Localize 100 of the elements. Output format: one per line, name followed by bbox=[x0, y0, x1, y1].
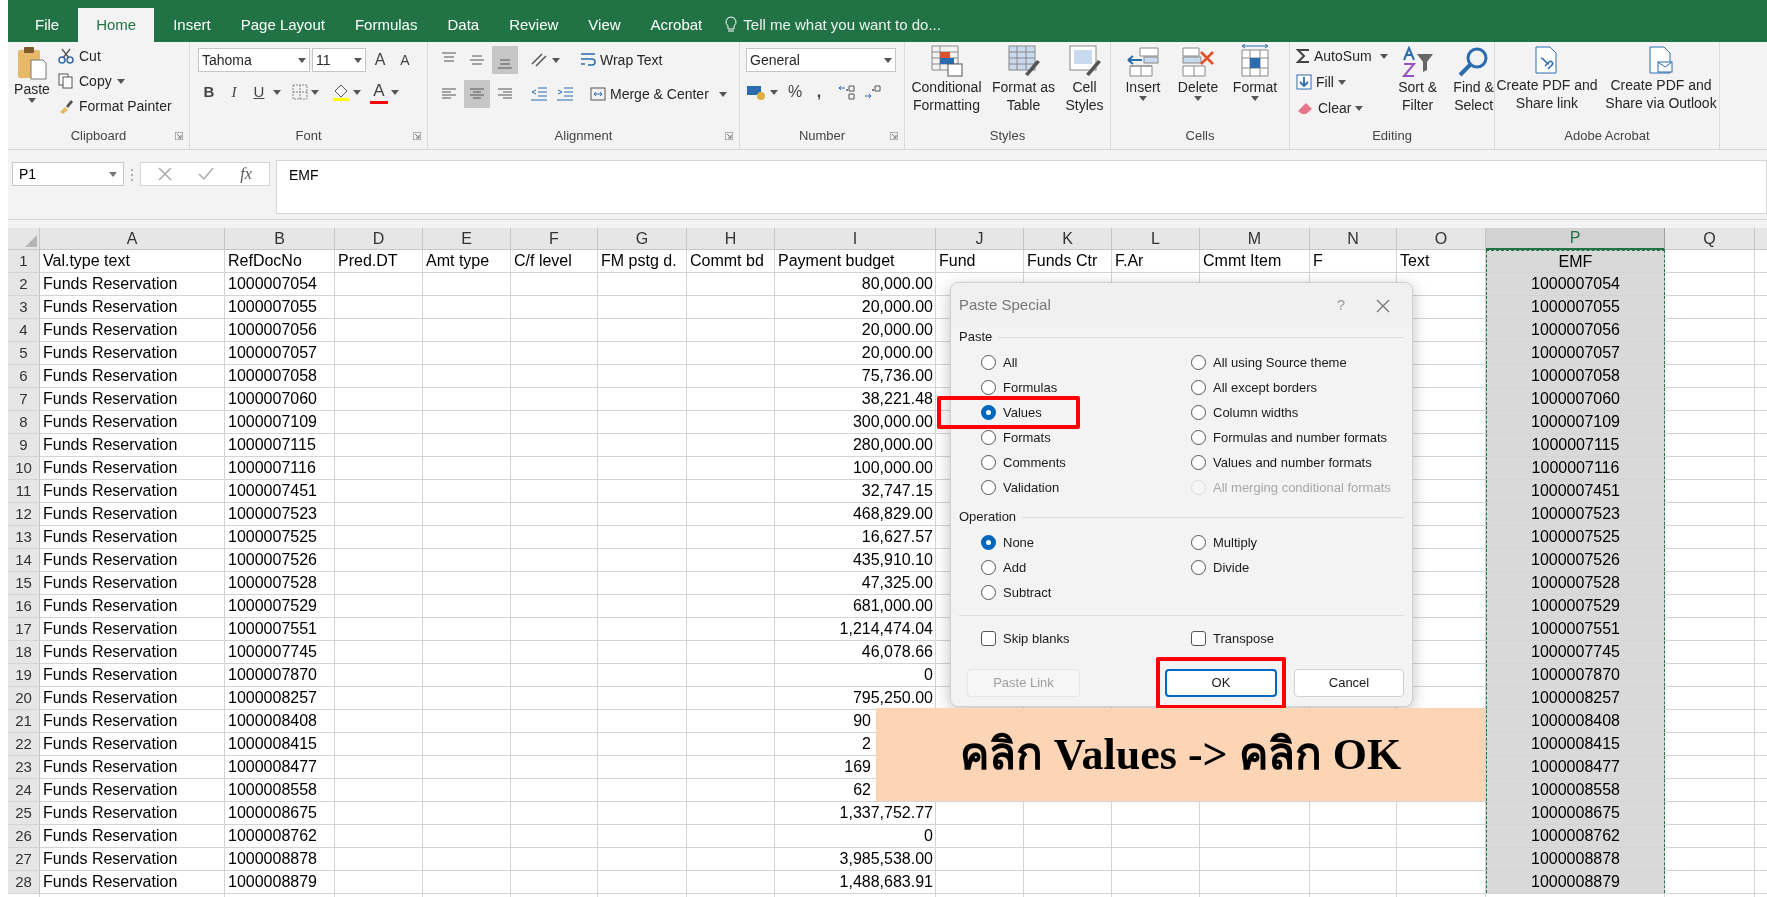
shrink-font-button[interactable]: A bbox=[394, 48, 416, 72]
create-pdf-outlook-button[interactable]: Create PDF and Share via Outlook bbox=[1603, 46, 1719, 112]
radio-option[interactable]: All using Source theme bbox=[1191, 350, 1404, 375]
radio-button[interactable] bbox=[1191, 405, 1206, 420]
checkbox-option[interactable]: Skip blanks bbox=[981, 626, 1191, 651]
radio-button[interactable] bbox=[981, 535, 996, 550]
close-icon[interactable] bbox=[1376, 298, 1390, 313]
formula-field[interactable]: EMF bbox=[276, 160, 1767, 214]
format-painter-button[interactable]: Format Painter bbox=[58, 95, 172, 117]
cut-button[interactable]: Cut bbox=[58, 45, 172, 67]
radio-button[interactable] bbox=[981, 560, 996, 575]
font-color-button[interactable]: A bbox=[370, 80, 388, 104]
row-header[interactable]: 6 bbox=[8, 365, 40, 387]
radio-option[interactable]: All bbox=[981, 350, 1191, 375]
decrease-decimal-icon[interactable] bbox=[864, 84, 882, 100]
checkbox[interactable] bbox=[981, 631, 996, 646]
radio-option[interactable]: Formulas and number formats bbox=[1191, 425, 1404, 450]
radio-option[interactable]: Add bbox=[981, 555, 1191, 580]
row-header[interactable]: 14 bbox=[8, 549, 40, 571]
menu-tab[interactable]: Insert bbox=[158, 8, 226, 42]
radio-button[interactable] bbox=[1191, 535, 1206, 550]
radio-button[interactable] bbox=[1191, 430, 1206, 445]
radio-button[interactable] bbox=[1191, 560, 1206, 575]
row-header[interactable]: 15 bbox=[8, 572, 40, 594]
dialog-launcher-icon[interactable] bbox=[725, 132, 733, 140]
fill-button[interactable]: Fill bbox=[1296, 70, 1388, 94]
radio-option[interactable]: Values bbox=[981, 400, 1076, 425]
row-header[interactable]: 11 bbox=[8, 480, 40, 502]
radio-option[interactable]: Validation bbox=[981, 475, 1191, 500]
radio-button[interactable] bbox=[981, 405, 996, 420]
font-name-field[interactable]: Tahoma bbox=[198, 48, 310, 72]
row-header[interactable]: 1 bbox=[8, 250, 40, 272]
menu-tab[interactable]: Review bbox=[494, 8, 574, 42]
column-header[interactable]: H bbox=[687, 228, 775, 250]
radio-button[interactable] bbox=[981, 430, 996, 445]
column-header[interactable]: M bbox=[1200, 228, 1310, 250]
column-header[interactable]: N bbox=[1310, 228, 1397, 250]
delete-button[interactable]: Delete bbox=[1173, 44, 1223, 101]
menu-tab[interactable]: File bbox=[20, 8, 75, 42]
radio-button[interactable] bbox=[981, 380, 996, 395]
column-header[interactable]: F bbox=[511, 228, 598, 250]
dialog-launcher-icon[interactable] bbox=[890, 132, 898, 140]
tell-me-field[interactable]: Tell me what you want to do... bbox=[725, 8, 941, 42]
row-header[interactable]: 16 bbox=[8, 595, 40, 617]
radio-button[interactable] bbox=[981, 455, 996, 470]
menu-tab[interactable]: Page Layout bbox=[225, 8, 340, 42]
row-header[interactable]: 27 bbox=[8, 848, 40, 870]
column-header[interactable]: L bbox=[1112, 228, 1200, 250]
checkbox-option[interactable]: Transpose bbox=[1191, 626, 1404, 651]
checkbox[interactable] bbox=[1191, 631, 1206, 646]
row-header[interactable]: 24 bbox=[8, 779, 40, 801]
radio-button[interactable] bbox=[981, 585, 996, 600]
radio-option[interactable]: Subtract bbox=[981, 580, 1191, 605]
paste-button[interactable]: Paste bbox=[12, 44, 52, 123]
column-header[interactable]: P bbox=[1486, 228, 1665, 250]
dialog-button[interactable]: OK bbox=[1165, 669, 1277, 697]
format-as-table-button[interactable]: Format as Table bbox=[991, 44, 1056, 114]
decrease-indent-icon[interactable] bbox=[530, 87, 548, 101]
text-orientation-icon[interactable] bbox=[530, 52, 550, 68]
column-header[interactable]: A bbox=[40, 228, 225, 250]
row-header[interactable]: 18 bbox=[8, 641, 40, 663]
menu-tab[interactable]: Data bbox=[432, 8, 495, 42]
row-header[interactable]: 22 bbox=[8, 733, 40, 755]
clear-button[interactable]: Clear bbox=[1296, 96, 1388, 120]
underline-button[interactable]: U bbox=[248, 80, 270, 104]
name-box[interactable]: P1 bbox=[12, 162, 124, 186]
bold-button[interactable]: B bbox=[198, 80, 220, 104]
column-header[interactable]: K bbox=[1024, 228, 1112, 250]
merge-center-button[interactable]: Merge & Center bbox=[590, 81, 727, 107]
menu-tab[interactable]: Home bbox=[78, 8, 155, 42]
grow-font-button[interactable]: A bbox=[368, 48, 392, 72]
copy-button[interactable]: Copy bbox=[58, 70, 172, 92]
radio-option[interactable]: Column widths bbox=[1191, 400, 1404, 425]
dialog-button[interactable]: Cancel bbox=[1294, 669, 1404, 697]
row-header[interactable]: 3 bbox=[8, 296, 40, 318]
row-header[interactable]: 10 bbox=[8, 457, 40, 479]
row-header[interactable]: 4 bbox=[8, 319, 40, 341]
percent-button[interactable]: % bbox=[786, 80, 804, 104]
row-header[interactable]: 17 bbox=[8, 618, 40, 640]
font-size-field[interactable]: 11 bbox=[312, 48, 366, 72]
radio-option[interactable]: Values and number formats bbox=[1191, 450, 1404, 475]
row-header[interactable]: 13 bbox=[8, 526, 40, 548]
radio-button[interactable] bbox=[1191, 455, 1206, 470]
column-header[interactable]: Q bbox=[1665, 228, 1755, 250]
row-header[interactable]: 8 bbox=[8, 411, 40, 433]
row-header[interactable]: 25 bbox=[8, 802, 40, 824]
row-header[interactable]: 20 bbox=[8, 687, 40, 709]
radio-option[interactable]: Formats bbox=[981, 425, 1191, 450]
row-header[interactable]: 2 bbox=[8, 273, 40, 295]
radio-button[interactable] bbox=[981, 355, 996, 370]
autosum-button[interactable]: AutoSum bbox=[1296, 44, 1388, 68]
radio-option[interactable]: Multiply bbox=[1191, 530, 1404, 555]
column-header[interactable]: I bbox=[775, 228, 936, 250]
dialog-launcher-icon[interactable] bbox=[413, 132, 421, 140]
conditional-formatting-button[interactable]: Conditional Formatting bbox=[905, 44, 988, 114]
radio-option[interactable]: Comments bbox=[981, 450, 1191, 475]
radio-button[interactable] bbox=[1191, 355, 1206, 370]
format-button[interactable]: Format bbox=[1229, 44, 1281, 101]
column-header[interactable]: B bbox=[225, 228, 335, 250]
radio-option[interactable]: None bbox=[981, 530, 1191, 555]
